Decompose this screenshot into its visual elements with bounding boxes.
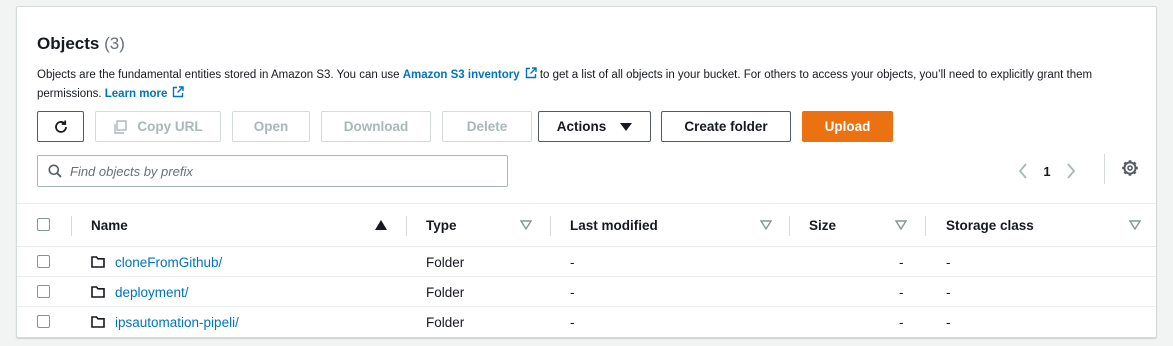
current-page-number[interactable]: 1 bbox=[1034, 164, 1060, 179]
table-header: Name Type Last modified Size Storage cla… bbox=[17, 203, 1156, 247]
column-divider bbox=[789, 216, 790, 236]
gear-icon bbox=[1122, 160, 1138, 176]
chevron-left-icon bbox=[1018, 163, 1027, 179]
object-type: Folder bbox=[426, 284, 465, 300]
object-name-link[interactable]: deployment/ bbox=[115, 285, 189, 300]
row-checkbox[interactable] bbox=[37, 315, 50, 328]
object-name-link[interactable]: cloneFromGithub/ bbox=[115, 255, 222, 270]
preferences-button[interactable] bbox=[1120, 158, 1140, 178]
column-header-type[interactable]: Type bbox=[426, 204, 457, 246]
object-storage-class: - bbox=[946, 314, 951, 330]
page-title: Objects bbox=[37, 34, 100, 53]
sort-icon[interactable] bbox=[760, 220, 772, 230]
objects-description: Objects are the fundamental entities sto… bbox=[37, 66, 1127, 104]
object-name-link[interactable]: ipsautomation-pipeli/ bbox=[115, 315, 239, 330]
objects-header: Objects (3) bbox=[37, 34, 125, 54]
column-divider bbox=[406, 216, 407, 236]
column-divider bbox=[550, 216, 551, 236]
sort-icon[interactable] bbox=[520, 220, 532, 230]
object-count: (3) bbox=[104, 34, 125, 53]
column-divider bbox=[925, 216, 926, 236]
upload-label: Upload bbox=[824, 119, 871, 134]
row-checkbox[interactable] bbox=[37, 285, 50, 298]
actions-label: Actions bbox=[556, 119, 607, 134]
description-text: Objects are the fundamental entities sto… bbox=[37, 69, 403, 81]
delete-label: Delete bbox=[466, 119, 508, 134]
table-row[interactable]: ipsautomation-pipeli/ Folder - - - bbox=[17, 307, 1156, 337]
chevron-right-icon bbox=[1067, 163, 1076, 179]
object-storage-class: - bbox=[946, 284, 951, 300]
open-label: Open bbox=[253, 119, 289, 134]
object-storage-class: - bbox=[946, 254, 951, 270]
upload-button[interactable]: Upload bbox=[802, 111, 893, 142]
object-size: - bbox=[899, 284, 904, 300]
pagination-divider bbox=[1104, 154, 1105, 184]
learn-more-link-label: Learn more bbox=[104, 88, 168, 100]
objects-panel: Objects (3) Objects are the fundamental … bbox=[16, 6, 1157, 338]
object-last-modified: - bbox=[570, 254, 575, 270]
copy-url-button[interactable]: Copy URL bbox=[95, 111, 221, 142]
folder-icon bbox=[91, 286, 105, 298]
s3-inventory-link[interactable]: Amazon S3 inventory bbox=[402, 67, 537, 81]
object-type: Folder bbox=[426, 254, 465, 270]
delete-button[interactable]: Delete bbox=[442, 111, 532, 142]
sort-ascending-icon[interactable] bbox=[375, 220, 387, 230]
sort-icon[interactable] bbox=[895, 220, 907, 230]
column-header-last-modified[interactable]: Last modified bbox=[570, 204, 658, 246]
search-icon bbox=[48, 164, 62, 178]
copy-icon bbox=[114, 119, 128, 134]
column-header-storage-class[interactable]: Storage class bbox=[946, 204, 1034, 246]
objects-table: Name Type Last modified Size Storage cla… bbox=[17, 203, 1156, 337]
column-divider bbox=[71, 216, 72, 236]
refresh-button[interactable] bbox=[37, 111, 84, 142]
object-size: - bbox=[899, 314, 904, 330]
folder-icon bbox=[91, 256, 105, 268]
learn-more-link[interactable]: Learn more bbox=[104, 86, 185, 100]
column-header-name[interactable]: Name bbox=[91, 204, 128, 246]
create-folder-label: Create folder bbox=[684, 119, 768, 134]
search-box bbox=[37, 155, 508, 187]
table-row[interactable]: deployment/ Folder - - - bbox=[17, 277, 1156, 307]
open-button[interactable]: Open bbox=[232, 111, 310, 142]
object-type: Folder bbox=[426, 314, 465, 330]
pagination: 1 bbox=[1012, 157, 1082, 185]
create-folder-button[interactable]: Create folder bbox=[661, 111, 791, 142]
column-header-size[interactable]: Size bbox=[809, 204, 836, 246]
refresh-icon bbox=[54, 120, 67, 133]
next-page-button[interactable] bbox=[1060, 160, 1082, 182]
copy-url-label: Copy URL bbox=[137, 119, 203, 134]
table-row[interactable]: cloneFromGithub/ Folder - - - bbox=[17, 247, 1156, 277]
object-size: - bbox=[899, 254, 904, 270]
external-link-icon bbox=[173, 86, 185, 98]
row-checkbox[interactable] bbox=[37, 255, 50, 268]
download-button[interactable]: Download bbox=[321, 111, 431, 142]
folder-icon bbox=[91, 316, 105, 328]
select-all-checkbox[interactable] bbox=[37, 218, 50, 231]
actions-dropdown-button[interactable]: Actions bbox=[538, 111, 651, 142]
search-input[interactable] bbox=[70, 163, 490, 179]
object-last-modified: - bbox=[570, 284, 575, 300]
object-last-modified: - bbox=[570, 314, 575, 330]
previous-page-button[interactable] bbox=[1012, 160, 1034, 182]
sort-icon[interactable] bbox=[1129, 220, 1141, 230]
s3-inventory-link-label: Amazon S3 inventory bbox=[402, 69, 520, 81]
download-label: Download bbox=[343, 119, 409, 134]
caret-down-icon bbox=[620, 122, 633, 131]
external-link-icon bbox=[525, 67, 537, 79]
